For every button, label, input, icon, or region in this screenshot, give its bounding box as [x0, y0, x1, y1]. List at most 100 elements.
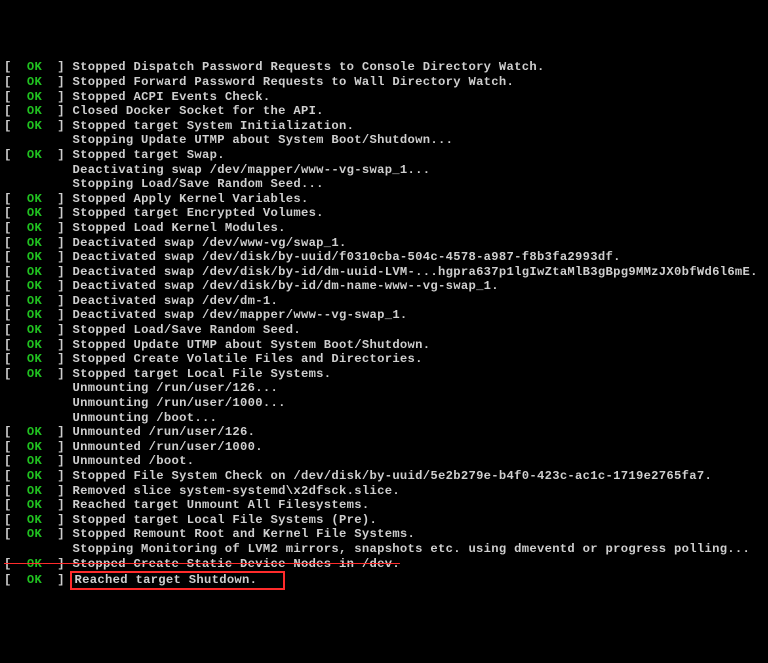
log-line: [ OK ] Stopped target Encrypted Volumes.: [4, 206, 764, 221]
log-line: [ OK ] Deactivated swap /dev/dm-1.: [4, 294, 764, 309]
status-ok-label: OK: [27, 265, 42, 279]
status-ok-label: OK: [27, 454, 42, 468]
log-line: [ OK ] Stopped Load Kernel Modules.: [4, 221, 764, 236]
log-message: Stopping Update UTMP about System Boot/S…: [73, 133, 454, 147]
log-line: [ OK ] Stopped target Local File Systems…: [4, 367, 764, 382]
log-line: Stopping Monitoring of LVM2 mirrors, sna…: [4, 542, 764, 557]
log-message: Stopped target Swap.: [73, 148, 225, 162]
status-ok-label: OK: [27, 236, 42, 250]
log-line: Stopping Update UTMP about System Boot/S…: [4, 133, 764, 148]
log-message: Stopped Dispatch Password Requests to Co…: [73, 60, 545, 74]
log-line: [ OK ] Stopped Update UTMP about System …: [4, 338, 764, 353]
status-ok-label: OK: [27, 279, 42, 293]
log-line: [ OK ] Stopped File System Check on /dev…: [4, 469, 764, 484]
status-ok-label: OK: [27, 60, 42, 74]
log-message: Stopped Apply Kernel Variables.: [73, 192, 309, 206]
status-ok-label: OK: [27, 250, 42, 264]
log-message: Deactivated swap /dev/disk/by-uuid/f0310…: [73, 250, 621, 264]
log-message: Stopped Create Static Device Nodes in /d…: [73, 557, 400, 571]
log-message: Deactivated swap /dev/disk/by-id/dm-uuid…: [73, 265, 758, 279]
status-ok-label: OK: [27, 352, 42, 366]
log-message: Deactivated swap /dev/mapper/www--vg-swa…: [73, 308, 408, 322]
log-message: Unmounted /run/user/126.: [73, 425, 256, 439]
log-message: Deactivated swap /dev/www-vg/swap_1.: [73, 236, 347, 250]
log-line: [ OK ] Stopped Load/Save Random Seed.: [4, 323, 764, 338]
log-line: [ OK ] Stopped Forward Password Requests…: [4, 75, 764, 90]
log-line: [ OK ] Stopped Remount Root and Kernel F…: [4, 527, 764, 542]
log-message: Stopping Load/Save Random Seed...: [73, 177, 324, 191]
log-line: [ OK ] Closed Docker Socket for the API.: [4, 104, 764, 119]
log-line: [ OK ] Stopped target Local File Systems…: [4, 513, 764, 528]
status-ok-label: OK: [27, 573, 42, 587]
log-message: Deactivated swap /dev/dm-1.: [73, 294, 279, 308]
log-message: Unmounting /run/user/1000...: [73, 396, 286, 410]
log-line: Unmounting /run/user/1000...: [4, 396, 764, 411]
status-ok-label: OK: [27, 440, 42, 454]
log-line: [ OK ] Stopped ACPI Events Check.: [4, 90, 764, 105]
log-message: Stopped Remount Root and Kernel File Sys…: [73, 527, 416, 541]
status-ok-label: OK: [27, 192, 42, 206]
log-line: [ OK ] Stopped Create Static Device Node…: [4, 557, 764, 572]
status-ok-label: OK: [27, 425, 42, 439]
log-line: Deactivating swap /dev/mapper/www--vg-sw…: [4, 163, 764, 178]
log-line: [ OK ] Deactivated swap /dev/www-vg/swap…: [4, 236, 764, 251]
status-ok-label: OK: [27, 104, 42, 118]
status-ok-label: OK: [27, 119, 42, 133]
log-message: Stopped target Local File Systems.: [73, 367, 332, 381]
log-line: [ OK ] Stopped Dispatch Password Request…: [4, 60, 764, 75]
log-message: Stopped target Local File Systems (Pre).: [73, 513, 378, 527]
log-message: Unmounted /run/user/1000.: [73, 440, 263, 454]
log-message: Unmounted /boot.: [73, 454, 195, 468]
log-message: Stopped target System Initialization.: [73, 119, 355, 133]
status-ok-label: OK: [27, 367, 42, 381]
status-ok-label: OK: [27, 484, 42, 498]
log-message: Reached target Unmount All Filesystems.: [73, 498, 370, 512]
status-ok-label: OK: [27, 206, 42, 220]
log-line: [ OK ] Unmounted /boot.: [4, 454, 764, 469]
log-line: [ OK ] Deactivated swap /dev/disk/by-uui…: [4, 250, 764, 265]
log-message: Deactivating swap /dev/mapper/www--vg-sw…: [73, 163, 431, 177]
log-message: Stopped Load Kernel Modules.: [73, 221, 286, 235]
status-ok-label: OK: [27, 75, 42, 89]
log-line-final-target: [ OK ] Reached target Shutdown.: [4, 571, 764, 590]
log-message: Unmounting /boot...: [73, 411, 218, 425]
log-message: Stopped Forward Password Requests to Wal…: [73, 75, 515, 89]
status-ok-label: OK: [27, 498, 42, 512]
status-ok-label: OK: [27, 294, 42, 308]
log-line: [ OK ] Deactivated swap /dev/disk/by-id/…: [4, 279, 764, 294]
status-ok-label: OK: [27, 90, 42, 104]
log-line: [ OK ] Removed slice system-systemd\x2df…: [4, 484, 764, 499]
log-line: [ OK ] Stopped Create Volatile Files and…: [4, 352, 764, 367]
log-message: Stopped Create Volatile Files and Direct…: [73, 352, 423, 366]
log-message: Stopped ACPI Events Check.: [73, 90, 271, 104]
status-ok-label: OK: [27, 338, 42, 352]
log-line: [ OK ] Reached target Unmount All Filesy…: [4, 498, 764, 513]
log-line: [ OK ] Deactivated swap /dev/disk/by-id/…: [4, 265, 764, 280]
log-message: Unmounting /run/user/126...: [73, 381, 279, 395]
log-line: [ OK ] Stopped target Swap.: [4, 148, 764, 163]
status-ok-label: OK: [27, 557, 42, 571]
status-ok-label: OK: [27, 513, 42, 527]
log-line: [ OK ] Unmounted /run/user/126.: [4, 425, 764, 440]
status-ok-label: OK: [27, 148, 42, 162]
log-message: Deactivated swap /dev/disk/by-id/dm-name…: [73, 279, 499, 293]
log-line: Unmounting /run/user/126...: [4, 381, 764, 396]
log-line: [ OK ] Stopped Apply Kernel Variables.: [4, 192, 764, 207]
log-message: Stopped Load/Save Random Seed.: [73, 323, 301, 337]
log-line: Unmounting /boot...: [4, 411, 764, 426]
log-message: Closed Docker Socket for the API.: [73, 104, 324, 118]
log-line: [ OK ] Stopped target System Initializat…: [4, 119, 764, 134]
log-message: Reached target Shutdown.: [75, 573, 258, 587]
status-ok-label: OK: [27, 527, 42, 541]
log-message: Removed slice system-systemd\x2dfsck.sli…: [73, 484, 400, 498]
log-message: Stopped Update UTMP about System Boot/Sh…: [73, 338, 431, 352]
log-message: Stopped target Encrypted Volumes.: [73, 206, 324, 220]
status-ok-label: OK: [27, 469, 42, 483]
log-message: Stopping Monitoring of LVM2 mirrors, sna…: [73, 542, 751, 556]
log-line: Stopping Load/Save Random Seed...: [4, 177, 764, 192]
log-message: Stopped File System Check on /dev/disk/b…: [73, 469, 713, 483]
status-ok-label: OK: [27, 308, 42, 322]
terminal-output: [ OK ] Stopped Dispatch Password Request…: [4, 60, 764, 589]
shutdown-highlight-box: Reached target Shutdown.: [70, 571, 286, 590]
status-ok-label: OK: [27, 323, 42, 337]
